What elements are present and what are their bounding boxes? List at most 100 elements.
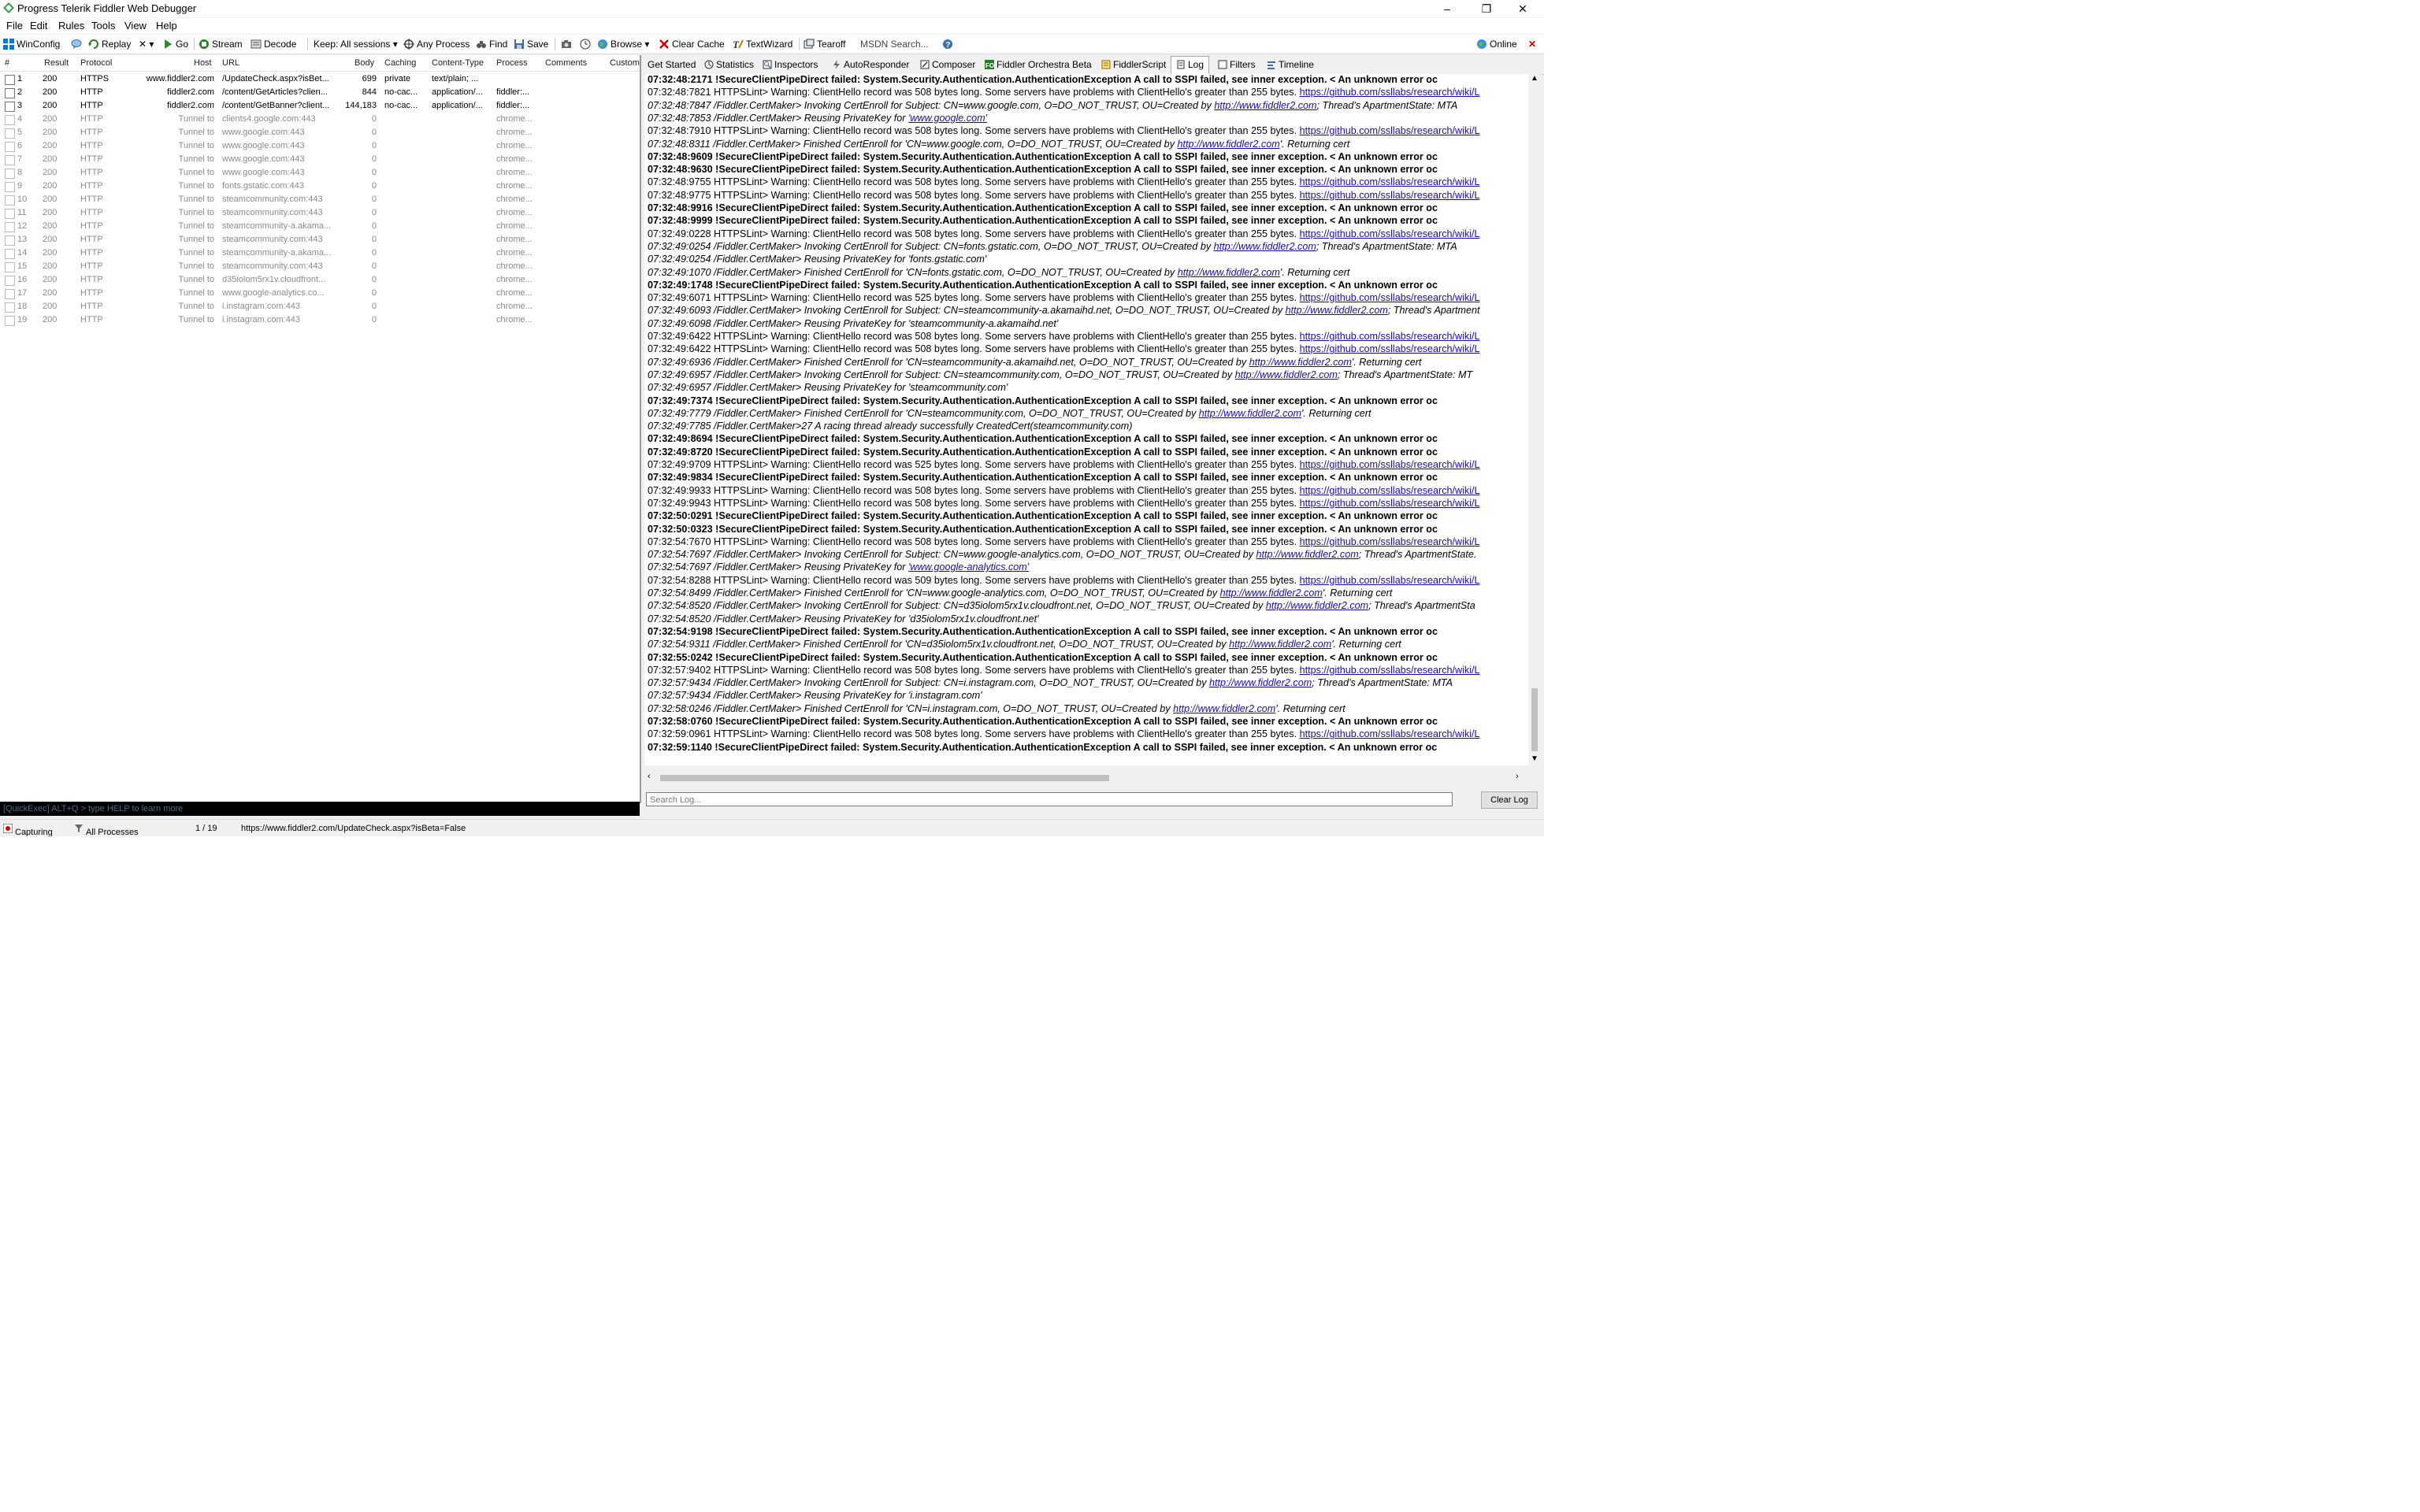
log-link[interactable]: http://www.fiddler2.com [1209,677,1312,688]
session-row[interactable]: 13 200 HTTP Tunnel to steamcommunity.com:443… [0,233,640,246]
log-link[interactable]: 'www.google.com' [908,113,987,124]
scroll-down-icon[interactable]: ▼ [1531,754,1538,763]
go-button[interactable]: Go [162,38,188,50]
menu-view[interactable]: View [124,20,147,32]
scrollbar-thumb[interactable] [1531,688,1538,751]
column-host[interactable]: Host [194,58,212,68]
tab-fiddlerscript[interactable]: FiddlerScript [1101,59,1166,70]
session-row[interactable]: 1 200 HTTPS www.fiddler2.com/UpdateCheck.as… [0,72,640,86]
session-row[interactable]: 19 200 HTTP Tunnel to i.instagram.com:443 0 ch… [0,313,640,327]
session-row[interactable]: 10 200 HTTP Tunnel to steamcommunity.com:443… [0,193,640,206]
log-link[interactable]: https://github.com/ssllabs/research/wiki… [1300,292,1480,303]
winconfig-button[interactable]: WinConfig [3,38,60,50]
log-link[interactable]: http://www.fiddler2.com [1214,100,1316,111]
scroll-up-icon[interactable]: ▲ [1531,74,1538,83]
session-row[interactable]: 9 200 HTTP Tunnel to fonts.gstatic.com:443 0 c… [0,180,640,193]
log-link[interactable]: http://www.fiddler2.com [1266,600,1368,611]
find-button[interactable]: Find [476,38,507,50]
quickexec-input[interactable]: [QuickExec] ALT+Q > type HELP to learn m… [0,802,640,816]
scrollbar-thumb[interactable] [660,775,1109,781]
textwizard-button[interactable]: T TextWizard [733,38,792,50]
log-vertical-scrollbar[interactable]: ▲ ▼ [1528,74,1541,767]
log-link[interactable]: https://github.com/ssllabs/research/wiki… [1300,228,1480,239]
session-row[interactable]: 6 200 HTTP Tunnel to www.google.com:443 0 chro… [0,139,640,153]
tab-timeline[interactable]: Timeline [1267,59,1314,70]
log-link[interactable]: https://github.com/ssllabs/research/wiki… [1300,343,1480,354]
process-filter[interactable]: All Processes [74,824,139,836]
log-link[interactable]: https://github.com/ssllabs/research/wiki… [1300,459,1480,470]
log-link[interactable]: https://github.com/ssllabs/research/wiki… [1300,575,1480,586]
column-custom[interactable]: Custom [610,58,640,68]
tab-autoresponder[interactable]: AutoResponder [832,59,909,70]
menu-tools[interactable]: Tools [91,20,115,32]
session-row[interactable]: 4 200 HTTP Tunnel to clients4.google.com:443… [0,113,640,126]
scroll-right-icon[interactable]: › [1516,772,1519,781]
minimize-button[interactable]: – [1429,0,1465,17]
search-log-input[interactable]: Search Log... [646,792,1453,806]
tab-get-started[interactable]: Get Started [648,59,696,70]
tab-statistics[interactable]: Statistics [704,59,754,70]
comment-button[interactable] [71,38,84,50]
tab-composer[interactable]: Composer [920,59,975,70]
capturing-indicator[interactable]: Capturing [2,823,53,836]
remove-sessions-button[interactable]: ✕ ▾ [139,38,154,50]
log-link[interactable]: http://www.fiddler2.com [1229,639,1331,650]
clear-cache-button[interactable]: Clear Cache [659,38,725,50]
log-link[interactable]: http://www.fiddler2.com [1178,267,1280,278]
log-link[interactable]: https://github.com/ssllabs/research/wiki… [1300,498,1480,509]
close-toolbar-button[interactable]: ✕ [1528,38,1536,50]
log-link[interactable]: https://github.com/ssllabs/research/wiki… [1300,728,1480,739]
menu-file[interactable]: File [6,20,23,32]
decode-button[interactable]: Decode [251,38,296,50]
column-protocol[interactable]: Protocol [80,58,112,68]
column-process[interactable]: Process [496,58,528,68]
log-link[interactable]: https://github.com/ssllabs/research/wiki… [1300,176,1480,187]
log-link[interactable]: http://www.fiddler2.com [1214,241,1316,252]
log-link[interactable]: https://github.com/ssllabs/research/wiki… [1300,485,1480,496]
log-link[interactable]: http://www.fiddler2.com [1249,357,1352,368]
column-number[interactable]: # [5,58,9,68]
save-button[interactable]: Save [514,38,548,50]
log-link[interactable]: http://www.fiddler2.com [1256,549,1359,560]
log-horizontal-scrollbar[interactable]: ‹ › [644,772,1528,784]
tab-fiddler-orchestra[interactable]: FO Fiddler Orchestra Beta [985,59,1092,70]
tab-log[interactable]: Log [1171,56,1210,75]
log-link[interactable]: https://github.com/ssllabs/research/wiki… [1300,190,1480,201]
any-process-button[interactable]: Any Process [403,38,470,50]
session-row[interactable]: 2 200 HTTP fiddler2.com/content/GetArticles… [0,86,640,99]
close-window-button[interactable]: ✕ [1505,0,1541,17]
log-link[interactable]: https://github.com/ssllabs/research/wiki… [1300,125,1480,136]
browse-button[interactable]: Browse ▾ [597,38,649,50]
session-row[interactable]: 11 200 HTTP Tunnel to steamcommunity.com:443… [0,206,640,220]
online-status[interactable]: Online [1476,38,1517,50]
log-link[interactable]: http://www.fiddler2.com [1235,369,1338,380]
tearoff-button[interactable]: Tearoff [804,38,845,50]
session-row[interactable]: 18 200 HTTP Tunnel to i.instagram.com:443 0 ch… [0,300,640,313]
menu-rules[interactable]: Rules [58,20,84,32]
session-row[interactable]: 14 200 HTTP Tunnel to steamcommunity-a.akama… [0,246,640,260]
column-url[interactable]: URL [222,58,239,68]
menu-help[interactable]: Help [156,20,177,32]
session-row[interactable]: 8 200 HTTP Tunnel to www.google.com:443 0 chro… [0,166,640,180]
column-caching[interactable]: Caching [384,58,416,68]
scroll-left-icon[interactable]: ‹ [648,772,651,781]
log-link[interactable]: http://www.fiddler2.com [1220,587,1323,598]
column-comments[interactable]: Comments [545,58,587,68]
tab-filters[interactable]: Filters [1218,59,1256,70]
screenshot-button[interactable] [561,38,574,50]
session-row[interactable]: 17 200 HTTP Tunnel to www.google-analytics.c… [0,287,640,300]
help-button[interactable]: ? [942,38,956,50]
timer-button[interactable] [580,38,593,50]
replay-button[interactable]: Replay [88,38,131,50]
stream-button[interactable]: Stream [199,38,243,50]
log-link[interactable]: https://github.com/ssllabs/research/wiki… [1300,665,1480,676]
log-link[interactable]: 'www.google-analytics.com' [908,561,1029,573]
log-link[interactable]: http://www.fiddler2.com [1173,703,1275,714]
log-link[interactable]: http://www.fiddler2.com [1286,305,1388,316]
tab-inspectors[interactable]: Inspectors [763,59,818,70]
clear-log-button[interactable]: Clear Log [1481,791,1538,809]
session-row[interactable]: 12 200 HTTP Tunnel to steamcommunity-a.akama… [0,220,640,233]
log-link[interactable]: https://github.com/ssllabs/research/wiki… [1300,331,1480,342]
log-link[interactable]: https://github.com/ssllabs/research/wiki… [1300,87,1480,98]
column-body[interactable]: Body [354,58,374,68]
